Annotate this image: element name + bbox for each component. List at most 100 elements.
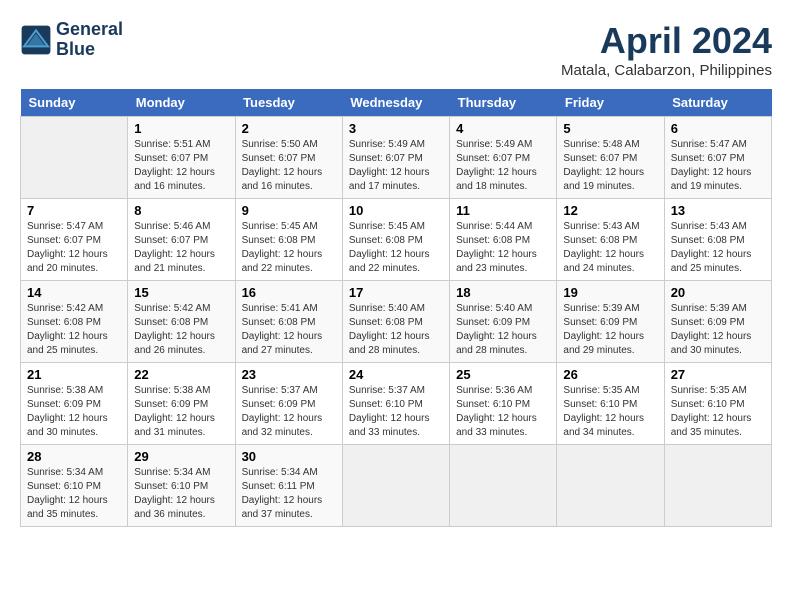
logo-text: General Blue [56,20,123,60]
day-info: Sunrise: 5:51 AM Sunset: 6:07 PM Dayligh… [134,138,228,194]
day-info: Sunrise: 5:37 AM Sunset: 6:10 PM Dayligh… [349,384,443,440]
day-number: 28 [27,449,121,464]
calendar-cell: 16 Sunrise: 5:41 AM Sunset: 6:08 PM Dayli… [235,281,342,363]
day-number: 3 [349,121,443,136]
day-number: 13 [671,203,765,218]
calendar-cell: 1 Sunrise: 5:51 AM Sunset: 6:07 PM Daylig… [128,117,235,199]
calendar-table: Sunday Monday Tuesday Wednesday Thursday… [20,89,772,527]
title-area: April 2024 Matala, Calabarzon, Philippin… [561,20,772,79]
calendar-cell: 3 Sunrise: 5:49 AM Sunset: 6:07 PM Daylig… [342,117,449,199]
day-info: Sunrise: 5:43 AM Sunset: 6:08 PM Dayligh… [671,220,765,276]
calendar-cell: 25 Sunrise: 5:36 AM Sunset: 6:10 PM Dayli… [450,363,557,445]
day-number: 6 [671,121,765,136]
month-title: April 2024 [561,20,772,62]
col-sunday: Sunday [21,89,128,117]
calendar-cell: 4Sunrise: 5:49 AM Sunset: 6:07 PM Daylig… [450,117,557,199]
day-info: Sunrise: 5:49 AM Sunset: 6:07 PM Dayligh… [456,138,550,194]
day-number: 1 [134,121,228,136]
col-friday: Friday [557,89,664,117]
day-info: Sunrise: 5:40 AM Sunset: 6:08 PM Dayligh… [349,302,443,358]
calendar-cell: 9 Sunrise: 5:45 AM Sunset: 6:08 PM Daylig… [235,199,342,281]
day-info: Sunrise: 5:48 AM Sunset: 6:07 PM Dayligh… [563,138,657,194]
day-info: Sunrise: 5:46 AM Sunset: 6:07 PM Dayligh… [134,220,228,276]
day-number: 30 [242,449,336,464]
day-info: Sunrise: 5:47 AM Sunset: 6:07 PM Dayligh… [27,220,121,276]
day-number: 25 [456,367,550,382]
calendar-cell [21,117,128,199]
day-number: 19 [563,285,657,300]
calendar-cell: 13 Sunrise: 5:43 AM Sunset: 6:08 PM Dayli… [664,199,771,281]
day-info: Sunrise: 5:39 AM Sunset: 6:09 PM Dayligh… [671,302,765,358]
calendar-week-row: 21 Sunrise: 5:38 AM Sunset: 6:09 PM Dayli… [21,363,772,445]
day-info: Sunrise: 5:40 AM Sunset: 6:09 PM Dayligh… [456,302,550,358]
day-info: Sunrise: 5:42 AM Sunset: 6:08 PM Dayligh… [134,302,228,358]
day-number: 24 [349,367,443,382]
day-info: Sunrise: 5:49 AM Sunset: 6:07 PM Dayligh… [349,138,443,194]
day-number: 27 [671,367,765,382]
calendar-cell: 19 Sunrise: 5:39 AM Sunset: 6:09 PM Dayli… [557,281,664,363]
calendar-cell: 5 Sunrise: 5:48 AM Sunset: 6:07 PM Daylig… [557,117,664,199]
day-info: Sunrise: 5:43 AM Sunset: 6:08 PM Dayligh… [563,220,657,276]
day-info: Sunrise: 5:38 AM Sunset: 6:09 PM Dayligh… [134,384,228,440]
day-number: 7 [27,203,121,218]
day-number: 14 [27,285,121,300]
day-info: Sunrise: 5:50 AM Sunset: 6:07 PM Dayligh… [242,138,336,194]
calendar-cell [664,445,771,527]
day-info: Sunrise: 5:47 AM Sunset: 6:07 PM Dayligh… [671,138,765,194]
day-info: Sunrise: 5:45 AM Sunset: 6:08 PM Dayligh… [242,220,336,276]
calendar-cell: 7 Sunrise: 5:47 AM Sunset: 6:07 PM Daylig… [21,199,128,281]
day-number: 21 [27,367,121,382]
calendar-week-row: 14 Sunrise: 5:42 AM Sunset: 6:08 PM Dayli… [21,281,772,363]
day-number: 16 [242,285,336,300]
day-info: Sunrise: 5:41 AM Sunset: 6:08 PM Dayligh… [242,302,336,358]
day-number: 22 [134,367,228,382]
day-info: Sunrise: 5:42 AM Sunset: 6:08 PM Dayligh… [27,302,121,358]
day-info: Sunrise: 5:34 AM Sunset: 6:10 PM Dayligh… [27,466,121,522]
calendar-cell: 10 Sunrise: 5:45 AM Sunset: 6:08 PM Dayli… [342,199,449,281]
calendar-cell: 27 Sunrise: 5:35 AM Sunset: 6:10 PM Dayli… [664,363,771,445]
day-info: Sunrise: 5:34 AM Sunset: 6:10 PM Dayligh… [134,466,228,522]
day-number: 8 [134,203,228,218]
calendar-cell: 2 Sunrise: 5:50 AM Sunset: 6:07 PM Daylig… [235,117,342,199]
day-info: Sunrise: 5:44 AM Sunset: 6:08 PM Dayligh… [456,220,550,276]
day-info: Sunrise: 5:45 AM Sunset: 6:08 PM Dayligh… [349,220,443,276]
calendar-cell: 6 Sunrise: 5:47 AM Sunset: 6:07 PM Daylig… [664,117,771,199]
day-number: 18 [456,285,550,300]
calendar-cell: 17Sunrise: 5:40 AM Sunset: 6:08 PM Dayli… [342,281,449,363]
calendar-cell: 8 Sunrise: 5:46 AM Sunset: 6:07 PM Daylig… [128,199,235,281]
day-info: Sunrise: 5:38 AM Sunset: 6:09 PM Dayligh… [27,384,121,440]
calendar-cell [557,445,664,527]
calendar-cell [342,445,449,527]
day-info: Sunrise: 5:36 AM Sunset: 6:10 PM Dayligh… [456,384,550,440]
col-thursday: Thursday [450,89,557,117]
calendar-week-row: 7 Sunrise: 5:47 AM Sunset: 6:07 PM Daylig… [21,199,772,281]
day-number: 29 [134,449,228,464]
calendar-cell: 20 Sunrise: 5:39 AM Sunset: 6:09 PM Dayli… [664,281,771,363]
calendar-header-row: Sunday Monday Tuesday Wednesday Thursday… [21,89,772,117]
calendar-cell: 15Sunrise: 5:42 AM Sunset: 6:08 PM Dayli… [128,281,235,363]
calendar-cell [450,445,557,527]
logo: General Blue [20,20,123,60]
calendar-cell: 29 Sunrise: 5:34 AM Sunset: 6:10 PM Dayli… [128,445,235,527]
calendar-cell: 18 Sunrise: 5:40 AM Sunset: 6:09 PM Dayli… [450,281,557,363]
col-tuesday: Tuesday [235,89,342,117]
calendar-cell: 21 Sunrise: 5:38 AM Sunset: 6:09 PM Dayli… [21,363,128,445]
calendar-cell: 22 Sunrise: 5:38 AM Sunset: 6:09 PM Dayli… [128,363,235,445]
calendar-cell: 11Sunrise: 5:44 AM Sunset: 6:08 PM Dayli… [450,199,557,281]
day-number: 5 [563,121,657,136]
day-number: 20 [671,285,765,300]
day-info: Sunrise: 5:35 AM Sunset: 6:10 PM Dayligh… [671,384,765,440]
day-info: Sunrise: 5:35 AM Sunset: 6:10 PM Dayligh… [563,384,657,440]
day-info: Sunrise: 5:37 AM Sunset: 6:09 PM Dayligh… [242,384,336,440]
calendar-week-row: 1 Sunrise: 5:51 AM Sunset: 6:07 PM Daylig… [21,117,772,199]
day-info: Sunrise: 5:39 AM Sunset: 6:09 PM Dayligh… [563,302,657,358]
col-monday: Monday [128,89,235,117]
col-wednesday: Wednesday [342,89,449,117]
col-saturday: Saturday [664,89,771,117]
day-number: 12 [563,203,657,218]
day-number: 10 [349,203,443,218]
day-number: 26 [563,367,657,382]
day-number: 9 [242,203,336,218]
calendar-cell: 24 Sunrise: 5:37 AM Sunset: 6:10 PM Dayli… [342,363,449,445]
day-number: 2 [242,121,336,136]
